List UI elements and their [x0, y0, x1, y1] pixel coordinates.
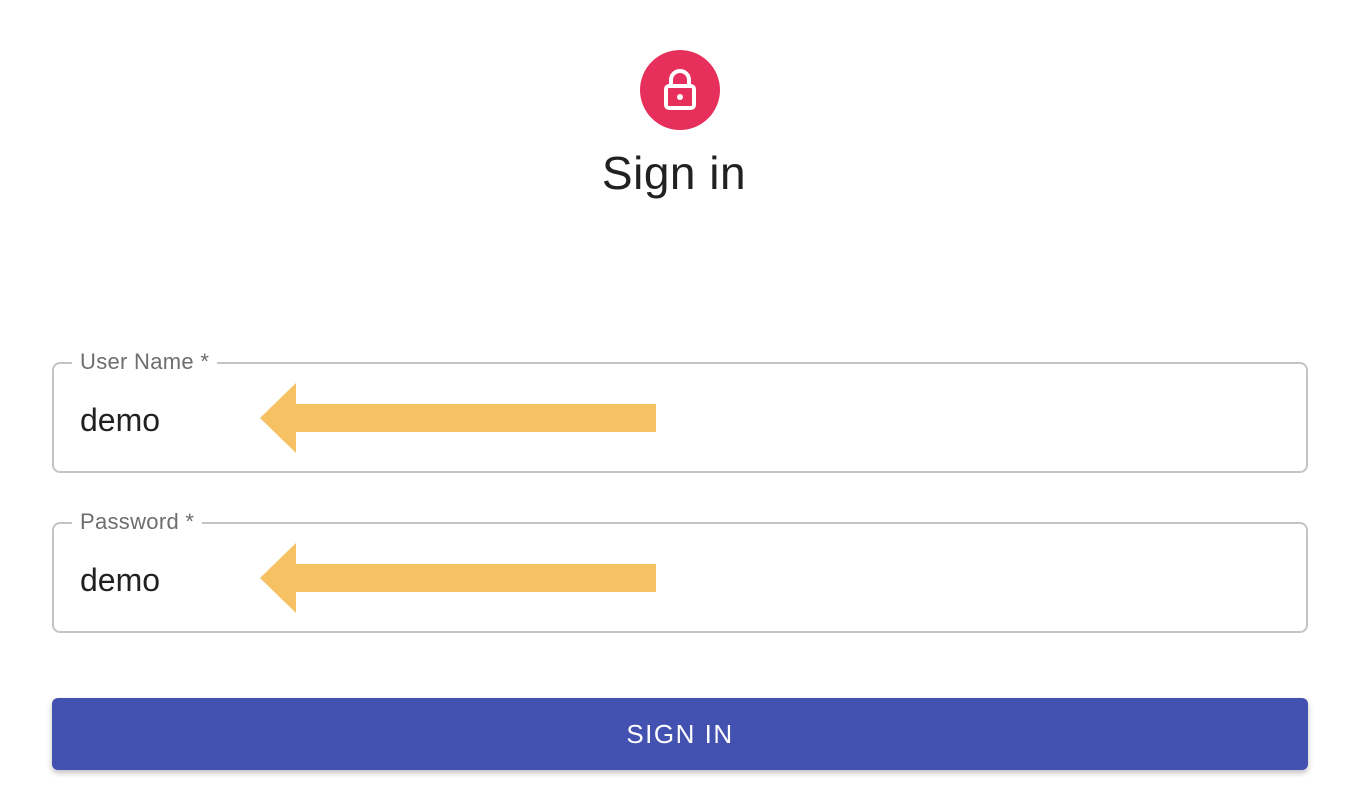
username-input[interactable]: demo: [80, 400, 160, 440]
password-input[interactable]: demo: [80, 560, 160, 600]
lock-icon: [664, 69, 696, 110]
username-label: User Name *: [72, 348, 218, 376]
sign-in-button[interactable]: SIGN IN: [52, 698, 1308, 770]
page-title: Sign in: [601, 147, 747, 199]
sign-in-page: Sign in User Name * demo Password * demo…: [0, 0, 1348, 802]
left-arrow-icon: [260, 383, 656, 453]
password-field[interactable]: Password * demo: [52, 508, 1308, 633]
avatar: [640, 50, 720, 130]
left-arrow-icon: [260, 543, 656, 613]
password-label: Password *: [72, 508, 203, 536]
username-field[interactable]: User Name * demo: [52, 348, 1308, 473]
